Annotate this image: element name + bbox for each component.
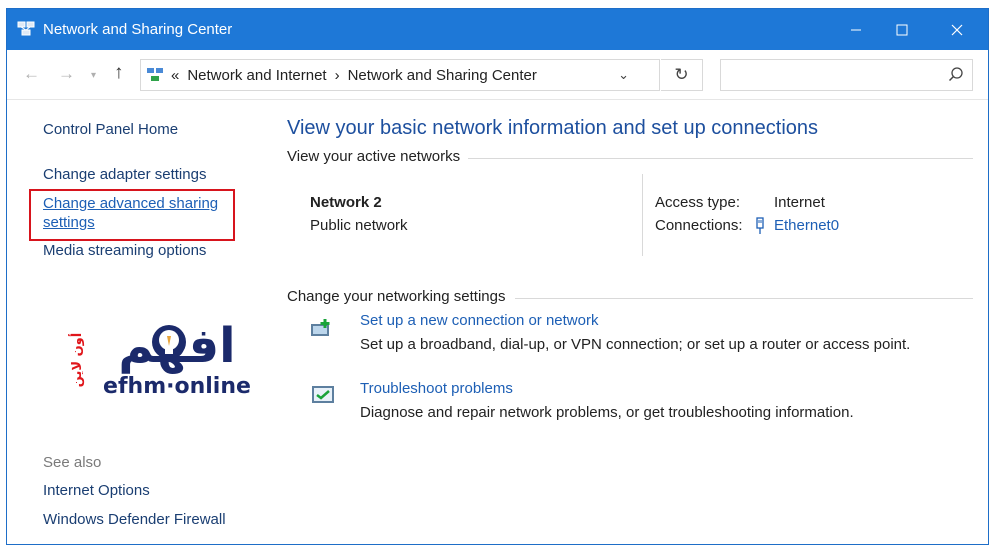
troubleshoot-problems-description: Diagnose and repair network problems, or… — [360, 404, 854, 421]
title-bar[interactable]: Network and Sharing Center — [7, 9, 988, 50]
refresh-icon: ↻ — [674, 65, 689, 84]
network-category: Public network — [310, 217, 408, 234]
ethernet-icon — [756, 217, 764, 234]
access-type-label: Access type: — [655, 194, 741, 211]
change-adapter-settings-link[interactable]: Change adapter settings — [43, 166, 206, 183]
up-arrow-icon[interactable]: ↑ — [114, 62, 124, 84]
breadcrumb-network-internet[interactable]: Network and Internet — [187, 67, 326, 84]
breadcrumb-network-sharing-center[interactable]: Network and Sharing Center — [348, 67, 537, 84]
breadcrumb-separator[interactable]: › — [335, 67, 340, 84]
back-arrow-icon[interactable]: ← — [23, 64, 40, 84]
maximize-icon — [896, 24, 908, 35]
network-sharing-window: Network and Sharing Center ← → ▾ ↑ « Netw… — [6, 8, 989, 545]
see-also-label: See also — [43, 454, 102, 471]
recent-locations-chevron-icon[interactable]: ▾ — [91, 70, 96, 81]
breadcrumb-overflow[interactable]: « — [171, 67, 179, 84]
change-settings-section-title: Change your networking settings — [287, 288, 514, 305]
access-type-value: Internet — [774, 194, 825, 211]
search-input[interactable] — [720, 59, 973, 91]
logo-brand-text: efhm·online — [103, 374, 251, 399]
efhm-logo-graphic: افهم أون لاين efhm·online — [68, 318, 251, 399]
internet-options-link[interactable]: Internet Options — [43, 482, 150, 499]
windows-defender-firewall-link[interactable]: Windows Defender Firewall — [43, 511, 226, 528]
refresh-button[interactable]: ↻ — [661, 59, 703, 91]
highlight-box — [29, 189, 235, 241]
network-info-divider — [642, 174, 643, 256]
control-panel-home-link[interactable]: Control Panel Home — [43, 121, 178, 138]
ethernet-connection-link[interactable]: Ethernet0 — [774, 217, 839, 234]
address-box[interactable]: « Network and Internet › Network and Sharin… — [140, 59, 660, 91]
change-settings-divider — [515, 298, 973, 299]
media-streaming-options-link[interactable]: Media streaming options — [43, 242, 206, 259]
forward-arrow-icon[interactable]: → — [58, 64, 75, 84]
connections-label: Connections: — [655, 217, 743, 234]
efhm-online-logo: افهم أون لاين efhm·online — [67, 310, 267, 405]
new-connection-icon — [311, 319, 330, 336]
troubleshoot-problems-link[interactable]: Troubleshoot problems — [360, 380, 513, 397]
window-title: Network and Sharing Center — [43, 21, 233, 38]
address-dropdown-chevron-icon[interactable]: ⌄ — [618, 67, 629, 83]
close-button[interactable] — [934, 9, 980, 50]
troubleshoot-icon — [312, 386, 334, 403]
setup-new-connection-description: Set up a broadband, dial-up, or VPN conn… — [360, 336, 911, 353]
active-networks-divider — [465, 158, 973, 159]
minimize-icon — [851, 29, 861, 30]
network-center-icon — [147, 68, 163, 81]
close-icon — [951, 24, 963, 35]
address-bar-row: ← → ▾ ↑ « Network and Internet › Network an… — [7, 50, 988, 100]
main-content: View your basic network information and … — [285, 100, 990, 545]
logo-arabic-sub: أون لاين — [68, 333, 85, 387]
active-networks-section-title: View your active networks — [287, 148, 469, 165]
network-name: Network 2 — [310, 194, 382, 211]
search-icon — [948, 67, 963, 82]
breadcrumb: « Network and Internet › Network and Sharin… — [171, 67, 545, 84]
sidebar: Control Panel Home Change adapter settin… — [7, 100, 269, 545]
network-center-icon — [17, 21, 35, 36]
page-title: View your basic network information and … — [287, 117, 819, 139]
maximize-button[interactable] — [879, 9, 925, 50]
minimize-button[interactable] — [833, 9, 879, 50]
setup-new-connection-link[interactable]: Set up a new connection or network — [360, 312, 598, 329]
